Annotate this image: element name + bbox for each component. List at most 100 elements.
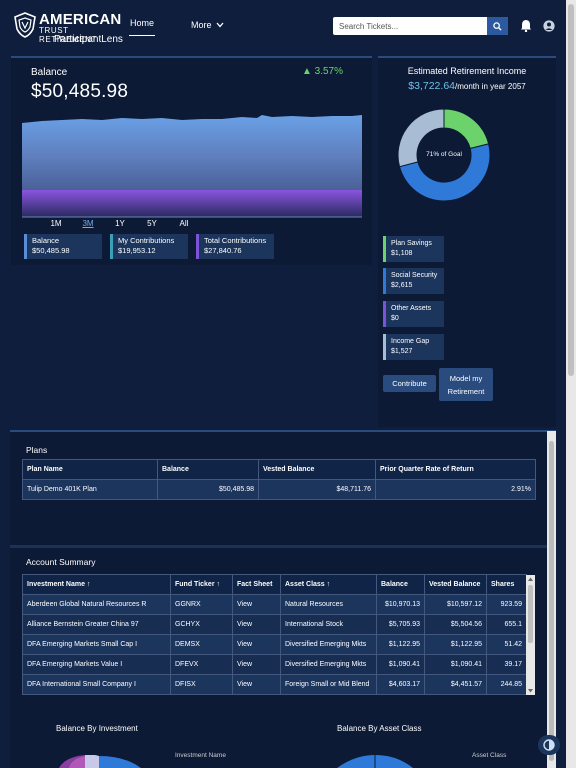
balance-chip-value: $50,485.98: [32, 246, 70, 255]
section-divider: [10, 545, 547, 548]
balance-cell: $10,970.13: [376, 594, 425, 615]
balance-area: [22, 115, 362, 190]
total-contributions-chip[interactable]: Total Contributions $27,840.76: [196, 234, 274, 259]
balance-amount: $50,485.98: [31, 81, 129, 102]
search-icon: [493, 21, 502, 31]
vested-balance-cell: $1,090.41: [424, 654, 487, 675]
investment-name-cell: Aberdeen Global Natural Resources R: [22, 594, 171, 615]
my-contributions-chip[interactable]: My Contributions $19,953.12: [110, 234, 188, 259]
page-scrollbar[interactable]: [566, 0, 576, 768]
search-button[interactable]: [487, 17, 508, 35]
col-shares[interactable]: Shares: [486, 574, 527, 595]
total-contributions-value: $27,840.76: [204, 246, 242, 255]
balance-cell: $1,122.95: [376, 634, 425, 655]
logo-line-3: ParticipantLens: [54, 34, 123, 45]
plans-header-row: Plan Name Balance Vested Balance Prior Q…: [22, 459, 536, 480]
table-row[interactable]: Alliance Bernstein Greater China 97 GCHYX…: [22, 614, 527, 635]
fact-sheet-link[interactable]: View: [232, 634, 281, 655]
col-fund-ticker[interactable]: Fund Ticker ↑: [170, 574, 233, 595]
retirement-title: Estimated Retirement Income: [407, 66, 527, 76]
bell-icon[interactable]: [520, 19, 532, 32]
shares-cell: 51.42: [486, 634, 527, 655]
donut-segment-plan-savings[interactable]: [443, 108, 490, 150]
asset-pie-chart: [337, 755, 413, 768]
balance-cell: $4,603.17: [376, 674, 425, 695]
investment-name-cell: DFA Emerging Markets Small Cap I: [22, 634, 171, 655]
scroll-up-icon[interactable]: [527, 576, 534, 582]
asset-class-cell: Diversified Emerging Mkts: [280, 654, 377, 675]
search-box: [333, 17, 508, 35]
investment-name-cell: Alliance Bernstein Greater China 97: [22, 614, 171, 635]
model-retirement-label-2: Retirement: [447, 386, 485, 396]
balance-chip[interactable]: Balance $50,485.98: [24, 234, 102, 259]
account-summary-table: Investment Name ↑ Fund Ticker ↑ Fact She…: [22, 574, 527, 695]
balance-by-investment-title: Balance By Investment: [56, 724, 138, 733]
table-row[interactable]: DFA Emerging Markets Small Cap I DEMSX Vie…: [22, 634, 527, 655]
plan-balance-cell: $50,485.98: [157, 479, 259, 500]
investment-name-cell: DFA International Small Company I: [22, 674, 171, 695]
vested-balance-cell: $1,122.95: [424, 634, 487, 655]
col-balance[interactable]: Balance: [376, 574, 425, 595]
social-security-value: $2,615: [391, 282, 413, 289]
table-row[interactable]: Tulip Demo 401K Plan $50,485.98 $48,711.…: [22, 479, 536, 500]
contribute-button[interactable]: Contribute: [383, 375, 436, 392]
page-scrollbar-thumb[interactable]: [568, 4, 574, 376]
user-icon[interactable]: [543, 20, 555, 32]
scroll-down-icon[interactable]: [527, 688, 534, 694]
income-gap-chip[interactable]: Income Gap $1,527: [383, 334, 444, 360]
content-scrollbar[interactable]: [547, 431, 556, 768]
period-all[interactable]: All: [168, 219, 200, 228]
table-row[interactable]: DFA International Small Company I DFISX Vi…: [22, 674, 527, 695]
period-selector: 1M 3M 1Y 5Y All: [40, 219, 200, 228]
col-vested-balance[interactable]: Vested Balance: [424, 574, 487, 595]
table-scrollbar-thumb[interactable]: [528, 585, 533, 643]
social-security-chip[interactable]: Social Security $2,615: [383, 268, 444, 294]
social-security-label: Social Security: [391, 272, 438, 279]
period-1m[interactable]: 1M: [40, 219, 72, 228]
nav-more-menu[interactable]: More: [191, 20, 224, 30]
fact-sheet-link[interactable]: View: [232, 614, 281, 635]
balance-title: Balance: [31, 67, 68, 78]
content-scrollbar-thumb[interactable]: [549, 441, 554, 761]
table-row[interactable]: Aberdeen Global Natural Resources R GGNRX…: [22, 594, 527, 615]
col-asset-class[interactable]: Asset Class ↑: [280, 574, 377, 595]
period-5y[interactable]: 5Y: [136, 219, 168, 228]
balance-chip-label: Balance: [32, 236, 60, 245]
table-row[interactable]: DFA Emerging Markets Value I DFEVX View Div…: [22, 654, 527, 675]
fact-sheet-link[interactable]: View: [232, 674, 281, 695]
chevron-down-icon: [216, 22, 224, 28]
fact-sheet-link[interactable]: View: [232, 654, 281, 675]
donut-segment-income-gap[interactable]: [397, 108, 445, 168]
investment-legend-title: Investment Name: [175, 752, 226, 759]
other-assets-chip[interactable]: Other Assets $0: [383, 301, 444, 327]
retirement-amount: $3,722.64: [408, 80, 455, 92]
model-retirement-label-1: Model my: [449, 373, 483, 383]
fact-sheet-link[interactable]: View: [232, 594, 281, 615]
other-assets-label: Other Assets: [391, 305, 432, 312]
search-input[interactable]: [339, 20, 479, 32]
retirement-amount-suffix: /month in year 2057: [455, 82, 526, 91]
plan-name-cell: Tulip Demo 401K Plan: [22, 479, 158, 500]
col-rate-of-return[interactable]: Prior Quarter Rate of Return: [375, 459, 536, 480]
col-investment-name[interactable]: Investment Name ↑: [22, 574, 171, 595]
retirement-amount-line: $3,722.64/month in year 2057: [378, 80, 556, 92]
nav-home-tab[interactable]: Home: [129, 18, 155, 36]
asset-class-cell: Diversified Emerging Mkts: [280, 634, 377, 655]
col-vested-balance[interactable]: Vested Balance: [258, 459, 376, 480]
theme-toggle-button[interactable]: [538, 735, 560, 755]
period-3m[interactable]: 3M: [72, 219, 104, 228]
total-contributions-label: Total Contributions: [204, 236, 267, 245]
balance-chips: Balance $50,485.98 My Contributions $19,…: [24, 234, 274, 259]
balance-change: ▲ 3.57%: [301, 66, 343, 77]
col-plan-name[interactable]: Plan Name: [22, 459, 158, 480]
company-logo[interactable]: AMERICAN TRUST RETIREMENT ParticipantLen…: [14, 11, 124, 45]
table-scrollbar[interactable]: [526, 575, 535, 695]
period-1y[interactable]: 1Y: [104, 219, 136, 228]
fund-ticker-cell: DFEVX: [170, 654, 233, 675]
investment-name-cell: DFA Emerging Markets Value I: [22, 654, 171, 675]
vested-balance-cell: $10,597.12: [424, 594, 487, 615]
col-balance[interactable]: Balance: [157, 459, 259, 480]
plan-savings-chip[interactable]: Plan Savings $1,108: [383, 236, 444, 262]
contrast-icon: [543, 739, 555, 751]
model-retirement-button[interactable]: Model my Retirement: [439, 368, 493, 401]
